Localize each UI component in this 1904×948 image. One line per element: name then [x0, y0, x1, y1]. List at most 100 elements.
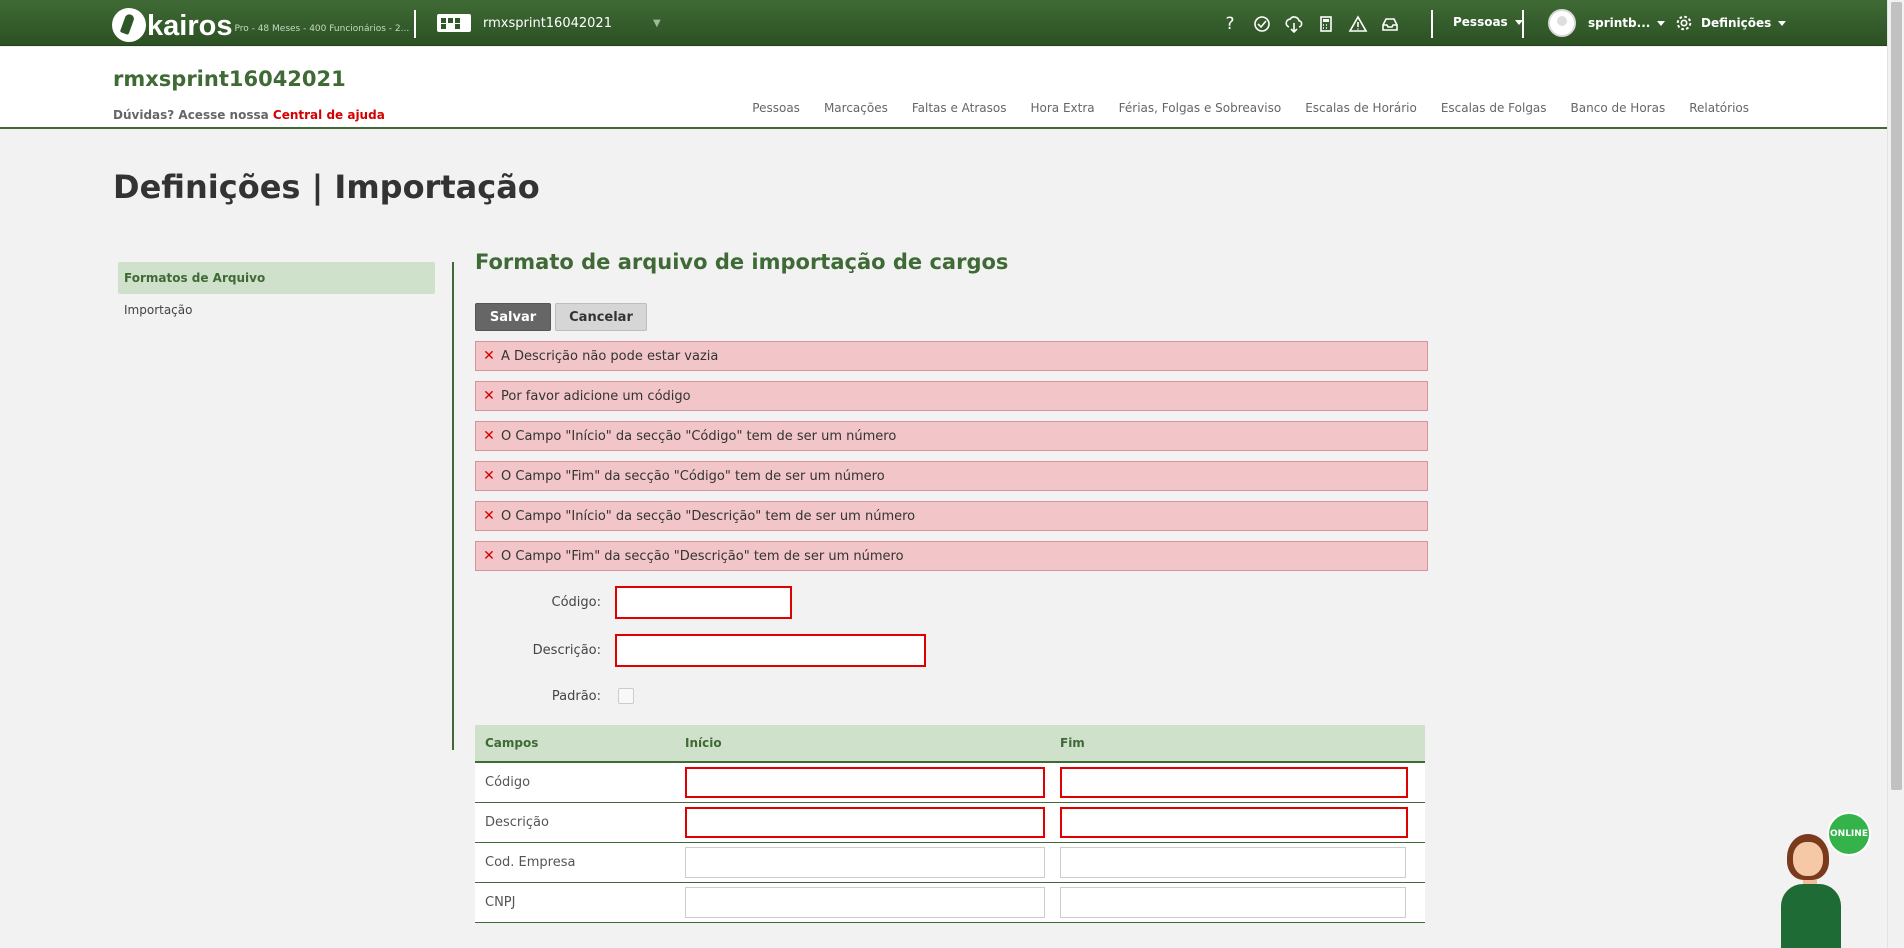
error-message: ✕ O Campo "Início" da secção "Descrição" … — [475, 501, 1428, 531]
top-bar: kairos Pro - 48 Meses - 400 Funcionários… — [0, 0, 1887, 46]
error-x-icon: ✕ — [483, 508, 495, 524]
building-icon — [437, 14, 471, 32]
inicio-cell — [675, 842, 1050, 883]
settings-sidebar: Formatos de Arquivo Importação — [118, 262, 435, 326]
field-name: Descrição — [475, 802, 675, 843]
nav-escalas-folgas[interactable]: Escalas de Folgas — [1441, 101, 1547, 115]
table-header-row: Campos Início Fim — [475, 725, 1425, 763]
nav-ferias-folgas[interactable]: Férias, Folgas e Sobreaviso — [1119, 101, 1282, 115]
online-badge: ONLINE — [1827, 812, 1871, 856]
error-x-icon: ✕ — [483, 428, 495, 444]
padrao-label: Padrão: — [551, 688, 601, 704]
descricao-inicio-input[interactable] — [685, 806, 1045, 838]
error-text: Por favor adicione um código — [501, 388, 691, 404]
user-name: sprintb... — [1588, 16, 1651, 30]
cancel-button[interactable]: Cancelar — [555, 303, 647, 331]
toolbar-icons: ? — [1214, 12, 1406, 36]
error-message: ✕ O Campo "Início" da secção "Código" tem… — [475, 421, 1428, 451]
chevron-down-icon: ▼ — [653, 17, 661, 29]
agent-face — [1793, 842, 1823, 876]
column-header-campos: Campos — [475, 725, 675, 763]
error-text: A Descrição não pode estar vazia — [501, 348, 719, 364]
descricao-fim-input[interactable] — [1060, 806, 1408, 838]
calculator-icon[interactable] — [1310, 12, 1342, 36]
people-menu-label: Pessoas — [1453, 15, 1508, 29]
error-x-icon: ✕ — [483, 348, 495, 364]
padrao-row: Padrão: — [475, 688, 634, 704]
padrao-checkbox[interactable] — [618, 688, 634, 704]
error-x-icon: ✕ — [483, 388, 495, 404]
warning-icon[interactable] — [1342, 12, 1374, 36]
error-text: O Campo "Início" da secção "Descrição" t… — [501, 508, 916, 524]
inicio-cell — [675, 802, 1050, 843]
settings-menu-label: Definições — [1701, 16, 1772, 30]
fim-cell — [1050, 762, 1425, 803]
table-row: CNPJ — [475, 882, 1425, 923]
table-row: Cod. Empresa — [475, 842, 1425, 883]
kairos-logo[interactable]: kairos Pro - 48 Meses - 400 Funcionários… — [112, 4, 409, 42]
nav-hora-extra[interactable]: Hora Extra — [1031, 101, 1095, 115]
nav-relatorios[interactable]: Relatórios — [1689, 101, 1749, 115]
cod-empresa-inicio-input[interactable] — [685, 846, 1045, 878]
descricao-row: Descrição: — [475, 634, 926, 667]
sidebar-item-importacao[interactable]: Importação — [118, 294, 435, 326]
help-center-link[interactable]: Central de ajuda — [273, 108, 385, 122]
error-text: O Campo "Fim" da secção "Código" tem de … — [501, 468, 885, 484]
cnpj-fim-input[interactable] — [1060, 886, 1406, 918]
save-button[interactable]: Salvar — [475, 303, 551, 331]
codigo-field[interactable] — [615, 586, 792, 619]
kairos-logo-mark-icon — [112, 8, 146, 42]
error-list: ✕ A Descrição não pode estar vazia ✕ Por f… — [475, 341, 1428, 581]
column-header-fim: Fim — [1050, 725, 1425, 763]
nav-pessoas[interactable]: Pessoas — [752, 101, 800, 115]
inicio-cell — [675, 882, 1050, 923]
chat-widget[interactable]: ONLINE — [1775, 812, 1873, 948]
codigo-label: Código: — [551, 595, 601, 610]
nav-marcacoes[interactable]: Marcações — [824, 101, 888, 115]
content-divider — [452, 262, 454, 750]
error-message: ✕ O Campo "Fim" da secção "Código" tem de… — [475, 461, 1428, 491]
settings-menu[interactable]: Definições — [1675, 14, 1787, 32]
avatar — [1548, 9, 1576, 37]
support-icon[interactable] — [1246, 12, 1278, 36]
error-message: ✕ Por favor adicione um código — [475, 381, 1428, 411]
cnpj-inicio-input[interactable] — [685, 886, 1045, 918]
user-menu[interactable]: sprintb... — [1548, 9, 1666, 37]
help-icon[interactable]: ? — [1214, 12, 1246, 36]
column-header-inicio: Início — [675, 725, 1050, 763]
descricao-label: Descrição: — [532, 643, 601, 658]
gear-icon — [1676, 15, 1692, 31]
page-title: Definições | Importação — [113, 168, 540, 206]
inicio-cell — [675, 762, 1050, 803]
field-name: Código — [475, 762, 675, 803]
help-text: Dúvidas? Acesse nossa Central de ajuda — [113, 108, 385, 122]
descricao-field[interactable] — [615, 634, 926, 667]
field-name: Cod. Empresa — [475, 842, 675, 883]
nav-faltas-atrasos[interactable]: Faltas e Atrasos — [912, 101, 1007, 115]
divider — [1522, 10, 1524, 38]
caret-down-icon — [1657, 20, 1666, 26]
cod-empresa-fim-input[interactable] — [1060, 846, 1406, 878]
section-title: Formato de arquivo de importação de carg… — [475, 250, 1009, 274]
scrollbar-thumb[interactable] — [1891, 2, 1902, 790]
error-text: O Campo "Início" da secção "Código" tem … — [501, 428, 897, 444]
codigo-fim-input[interactable] — [1060, 766, 1408, 798]
divider — [1431, 10, 1433, 38]
sidebar-item-formatos-arquivo[interactable]: Formatos de Arquivo — [118, 262, 435, 294]
company-selector[interactable]: rmxsprint16042021 ▼ — [437, 14, 661, 32]
main-nav: Pessoas Marcações Faltas e Atrasos Hora … — [752, 101, 1749, 115]
cloud-download-icon[interactable] — [1278, 12, 1310, 36]
people-menu[interactable]: Pessoas — [1453, 15, 1523, 29]
inbox-icon[interactable] — [1374, 12, 1406, 36]
company-header: rmxsprint16042021 Dúvidas? Acesse nossa … — [0, 47, 1887, 129]
page-scrollbar[interactable] — [1887, 0, 1904, 948]
table-row: Código — [475, 762, 1425, 803]
field-name: CNPJ — [475, 882, 675, 923]
error-text: O Campo "Fim" da secção "Descrição" tem … — [501, 548, 904, 564]
nav-banco-horas[interactable]: Banco de Horas — [1571, 101, 1666, 115]
error-x-icon: ✕ — [483, 468, 495, 484]
codigo-inicio-input[interactable] — [685, 766, 1045, 798]
fim-cell — [1050, 842, 1425, 883]
nav-escalas-horario[interactable]: Escalas de Horário — [1305, 101, 1417, 115]
fields-table: Campos Início Fim Código Descrição Cod. … — [475, 725, 1425, 923]
